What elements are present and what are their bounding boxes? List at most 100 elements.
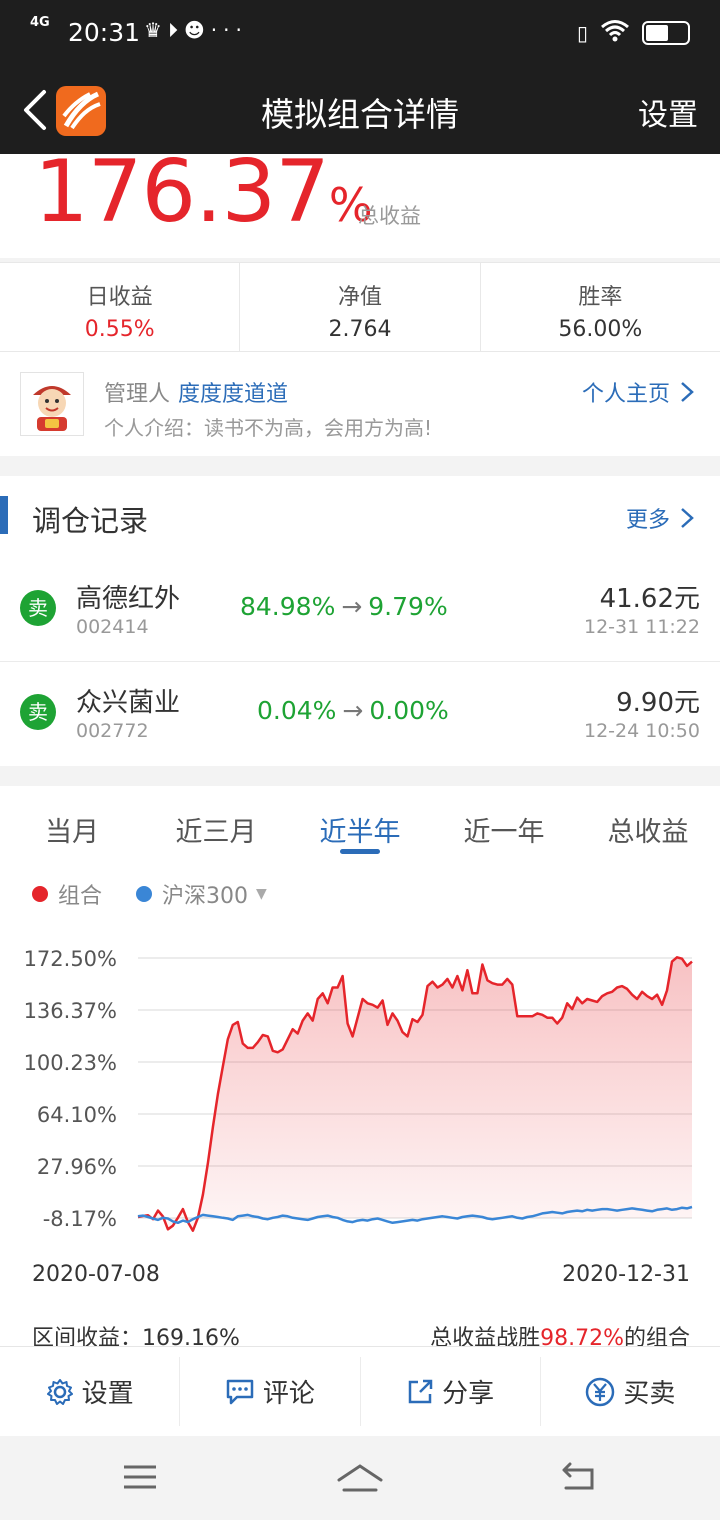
legend-label: 沪深300 — [162, 884, 249, 909]
trade-button[interactable]: 买卖 — [541, 1357, 720, 1426]
trade-time: 12-24 10:50 — [583, 720, 700, 742]
total-return-value: 176.37% — [34, 154, 373, 242]
home-icon[interactable] — [336, 1462, 384, 1498]
personal-home-link[interactable]: 个人主页 — [582, 376, 694, 408]
status-time: 20:31 — [68, 18, 141, 47]
stat-label: 日收益 — [86, 285, 153, 310]
tab-label: 当月 — [45, 817, 99, 848]
y-tick-label: 136.37% — [24, 999, 117, 1023]
trade-records-header: 调仓记录 更多 — [0, 476, 720, 558]
page-title: 模拟组合详情 — [261, 95, 459, 134]
menu-icon[interactable] — [122, 1462, 158, 1496]
crown-icon: ♛ — [144, 18, 168, 42]
stat-value: 0.55% — [84, 317, 155, 342]
stat-value: 56.00% — [558, 317, 643, 342]
wifi-icon — [600, 18, 630, 47]
stat-daily-return: 日收益 0.55% — [0, 263, 241, 351]
trade-record-row[interactable]: 卖 众兴菌业 002772 0.04% → 0.00% 9.90元 12-24 10… — [0, 662, 720, 766]
comment-button[interactable]: 评论 — [180, 1357, 361, 1426]
tab-one-year[interactable]: 近一年 — [432, 786, 576, 864]
section-accent-bar — [0, 496, 8, 534]
tab-current-month[interactable]: 当月 — [0, 786, 144, 864]
position-change: 84.98% → 9.79% — [240, 592, 448, 621]
back-icon[interactable] — [560, 1462, 598, 1496]
manager-line: 管理人 度度度道道 — [104, 376, 288, 408]
action-label: 分享 — [442, 1379, 495, 1409]
chevron-right-icon — [681, 382, 694, 402]
chevron-right-icon — [681, 508, 694, 528]
manager-intro: 个人介绍：读书不为高，会用方为高! — [104, 416, 433, 440]
trade-time: 12-31 11:22 — [583, 616, 700, 638]
status-notification-icons: ♛⏵☻··· — [144, 18, 248, 42]
comment-icon — [226, 1379, 254, 1404]
vibrate-icon: ▯ — [576, 20, 588, 45]
position-to: 0.00% — [369, 696, 449, 725]
tab-total-return[interactable]: 总收益 — [576, 786, 720, 864]
manager-name[interactable]: 度度度道道 — [178, 382, 288, 407]
app-root: 4G 20:31 ♛⏵☻··· ▯ 模拟组合详情 设置 176.37% 总收益 … — [0, 0, 720, 1520]
stat-label: 净值 — [337, 285, 382, 310]
stat-value: 2.764 — [328, 317, 392, 342]
trade-record-row[interactable]: 卖 高德红外 002414 84.98% → 9.79% 41.62元 12-31 … — [0, 558, 720, 662]
share-button[interactable]: 分享 — [361, 1357, 541, 1426]
y-axis-ticks: 172.50% 136.37% 100.23% 64.10% 27.96% -8.17% — [24, 947, 117, 1231]
action-label: 评论 — [262, 1379, 315, 1409]
position-to: 9.79% — [368, 592, 448, 621]
tab-label: 近一年 — [463, 817, 545, 848]
trade-records-section: 调仓记录 更多 卖 高德红外 002414 84.98% → 9.79% 41.62… — [0, 476, 720, 766]
period-tabs: 当月 近三月 近半年 近一年 总收益 — [0, 786, 720, 864]
play-icon: ⏵ — [167, 18, 184, 42]
arrow-right-icon: → — [342, 696, 364, 725]
total-return-header: 176.37% 总收益 — [0, 154, 720, 258]
chart-legend: 组合 沪深300 ▼ — [32, 878, 301, 910]
more-label: 更多 — [625, 508, 670, 533]
nav-bar: 模拟组合详情 设置 — [0, 66, 720, 154]
x-axis-end-label: 2020-12-31 — [562, 1262, 690, 1287]
more-records-link[interactable]: 更多 — [626, 502, 694, 534]
position-from: 84.98% — [240, 592, 336, 621]
series-area-portfolio — [138, 957, 692, 1231]
arrow-right-icon: → — [341, 592, 363, 621]
legend-dot — [32, 886, 48, 902]
section-title: 调仓记录 — [32, 504, 149, 538]
battery-icon — [642, 20, 690, 45]
tab-half-year[interactable]: 近半年 — [288, 786, 432, 864]
performance-chart-panel: 当月 近三月 近半年 近一年 总收益 组合 沪深300 ▼ 172.50% 136.… — [0, 786, 720, 1351]
tab-label: 近三月 — [175, 817, 257, 848]
y-tick-label: -8.17% — [43, 1207, 117, 1231]
action-label: 买卖 — [623, 1379, 676, 1409]
stock-name: 众兴菌业 — [76, 688, 181, 718]
bottom-action-bar: 设置 评论 分享 买卖 — [0, 1346, 720, 1436]
legend-portfolio: 组合 — [32, 878, 102, 910]
settings-link[interactable]: 设置 — [638, 90, 698, 134]
action-label: 设置 — [81, 1379, 134, 1409]
performance-chart: 172.50% 136.37% 100.23% 64.10% 27.96% -8.17% — [24, 947, 693, 1232]
total-return-label: 总收益 — [358, 204, 421, 228]
legend-benchmark[interactable]: 沪深300 ▼ — [136, 878, 267, 910]
personal-home-label: 个人主页 — [581, 382, 670, 407]
sell-badge: 卖 — [20, 590, 56, 626]
tab-label: 近半年 — [319, 817, 401, 848]
tab-three-months[interactable]: 近三月 — [144, 786, 288, 864]
share-icon — [408, 1379, 433, 1403]
avatar[interactable] — [20, 372, 84, 436]
legend-label: 组合 — [58, 884, 103, 909]
yuan-icon — [586, 1377, 615, 1406]
y-tick-label: 100.23% — [24, 1051, 117, 1075]
manager-role: 管理人 — [104, 382, 171, 407]
stock-name: 高德红外 — [76, 584, 181, 614]
system-nav-bar — [0, 1436, 720, 1520]
x-axis-start-label: 2020-07-08 — [32, 1262, 160, 1287]
cat-icon: ☻ — [183, 18, 211, 42]
gear-icon — [46, 1378, 73, 1405]
dropdown-caret-icon: ▼ — [256, 886, 267, 902]
y-tick-label: 172.50% — [24, 947, 117, 971]
sell-badge: 卖 — [20, 694, 56, 730]
stat-win-rate: 胜率 56.00% — [481, 263, 720, 351]
status-bar: 4G 20:31 ♛⏵☻··· ▯ — [0, 0, 720, 66]
stock-code: 002772 — [76, 720, 149, 742]
manager-card: 管理人 度度度道道 个人介绍：读书不为高，会用方为高! 个人主页 — [0, 352, 720, 456]
position-change: 0.04% → 0.00% — [257, 696, 449, 725]
stat-net-value: 净值 2.764 — [240, 263, 481, 351]
settings-button[interactable]: 设置 — [0, 1357, 181, 1426]
